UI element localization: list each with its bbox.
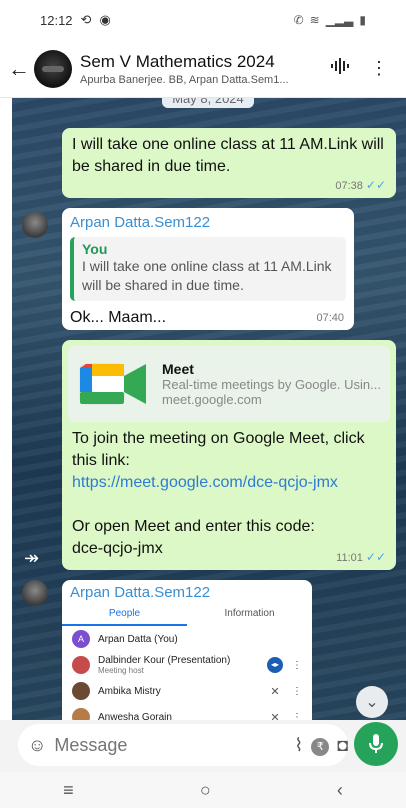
status-time: 12:12	[40, 12, 73, 28]
message-text: To join the meeting on Google Meet, clic…	[72, 430, 365, 469]
double-check-icon: ✓✓	[365, 550, 386, 564]
avatar	[72, 656, 90, 674]
quote-author: You	[82, 241, 108, 257]
chat-header: ← Sem V Mathematics 2024 Apurba Banerjee…	[0, 40, 406, 98]
message-input[interactable]	[54, 734, 287, 756]
header-text[interactable]: Sem V Mathematics 2024 Apurba Banerjee. …	[80, 52, 314, 86]
link-preview[interactable]: Meet Real-time meetings by Google. Usin.…	[68, 346, 390, 422]
message-text: Ok... Maam...	[70, 309, 167, 326]
date-chip: May 8, 2024	[162, 98, 254, 108]
message-text: I will take one online class at 11 AM.Li…	[72, 136, 384, 175]
sender-avatar[interactable]	[22, 212, 48, 238]
home-icon[interactable]: ○	[200, 780, 211, 801]
double-check-icon: ✓✓	[365, 178, 386, 192]
participant-name: Arpan Datta (You)	[98, 633, 178, 645]
status-right: ✆ ≋ ▁▂▃ ▮	[294, 13, 366, 27]
chat-area[interactable]: May 8, 2024 I will take one online class…	[12, 98, 406, 720]
avatar: A	[72, 630, 90, 648]
tab-information: Information	[224, 608, 275, 619]
participant-role: Meeting host	[98, 666, 144, 675]
voice-chat-icon[interactable]	[324, 56, 354, 81]
more-icon: ⋮	[292, 659, 302, 671]
back-arrow-icon[interactable]: ←	[8, 56, 34, 82]
scroll-down-icon[interactable]: ⌄	[356, 686, 388, 718]
google-meet-icon	[76, 354, 152, 414]
message-time: 11:01 ✓✓	[336, 550, 386, 564]
sender-name[interactable]: Arpan Datta.Sem122	[62, 580, 312, 601]
message-time: 07:38 ✓✓	[335, 178, 386, 192]
wifi-icon: ≋	[309, 13, 320, 27]
presenting-icon: ◂▸	[266, 657, 284, 673]
mic-icon	[369, 734, 383, 753]
circle-icon: ◉	[99, 12, 111, 27]
group-title: Sem V Mathematics 2024	[80, 51, 275, 71]
message-text: Or open Meet and enter this code:	[72, 518, 315, 535]
participant-name: Anwesha Gorain	[98, 711, 172, 721]
participant-row: A Arpan Datta (You)	[62, 626, 312, 652]
incoming-message[interactable]: Arpan Datta.Sem122 You I will take one o…	[62, 208, 354, 330]
more-icon: ⋮	[292, 711, 302, 721]
participant-row: Ambika Mistry ✕ ⋮	[62, 678, 312, 704]
participants-tabs: People Information	[62, 605, 312, 626]
participant-row: Dalbinder Kour (Presentation) Meeting ho…	[62, 652, 312, 678]
participant-name: Ambika Mistry	[98, 685, 161, 697]
system-nav-bar: ≡ ○ ‹	[0, 772, 406, 808]
avatar	[72, 682, 90, 700]
status-bar: 12:12 ⟲ ◉ ✆ ≋ ▁▂▃ ▮	[0, 0, 406, 40]
back-icon[interactable]: ‹	[337, 780, 343, 801]
attach-icon[interactable]: ⌇	[294, 735, 303, 756]
participant-name: Dalbinder Kour (Presentation)	[98, 655, 231, 666]
quote-text: I will take one online class at 11 AM.Li…	[82, 258, 332, 293]
forward-icon[interactable]: ↠	[24, 548, 39, 569]
more-options-icon[interactable]: ⋮	[364, 58, 394, 79]
mic-off-icon: ✕	[270, 685, 280, 698]
camera-icon[interactable]: ◘	[337, 735, 348, 756]
outgoing-link-message[interactable]: Meet Real-time meetings by Google. Usin.…	[62, 340, 396, 570]
preview-description: Real-time meetings by Google. Usin...	[162, 377, 381, 392]
sender-name[interactable]: Arpan Datta.Sem122	[70, 214, 346, 231]
message-time: 07:40	[316, 312, 344, 324]
quoted-message[interactable]: You I will take one online class at 11 A…	[70, 237, 346, 301]
recent-apps-icon[interactable]: ≡	[63, 780, 74, 801]
message-input-container: ☺ ⌇ ₹ ◘	[18, 724, 348, 766]
participant-row: Anwesha Gorain ✕ ⋮	[62, 704, 312, 720]
group-members: Apurba Banerjee. BB, Arpan Datta.Sem1...	[80, 73, 289, 86]
battery-icon: ▮	[359, 13, 366, 27]
incoming-image-message[interactable]: Arpan Datta.Sem122 People Information A …	[62, 580, 312, 720]
status-left: 12:12 ⟲ ◉	[40, 12, 111, 28]
sender-avatar[interactable]	[22, 580, 48, 606]
tab-people: People	[62, 605, 187, 626]
meet-link[interactable]: https://meet.google.com/dce-qcjo-jmx	[68, 472, 390, 494]
more-icon: ⋮	[292, 685, 302, 697]
mic-button[interactable]	[354, 722, 398, 766]
mic-off-icon: ✕	[270, 711, 280, 721]
emoji-icon[interactable]: ☺	[28, 735, 46, 756]
preview-title: Meet	[162, 361, 194, 377]
group-avatar[interactable]	[34, 49, 72, 88]
preview-text: Meet Real-time meetings by Google. Usin.…	[162, 361, 392, 407]
payment-icon[interactable]: ₹	[311, 734, 330, 756]
avatar	[72, 708, 90, 720]
outgoing-message[interactable]: I will take one online class at 11 AM.Li…	[62, 128, 396, 198]
compose-bar: ☺ ⌇ ₹ ◘	[0, 720, 406, 772]
preview-domain: meet.google.com	[162, 392, 262, 407]
participant-info: Dalbinder Kour (Presentation) Meeting ho…	[98, 655, 258, 675]
signal-icon: ▁▂▃	[325, 13, 354, 27]
sync-icon: ⟲	[80, 12, 92, 27]
call-icon: ✆	[293, 13, 304, 27]
